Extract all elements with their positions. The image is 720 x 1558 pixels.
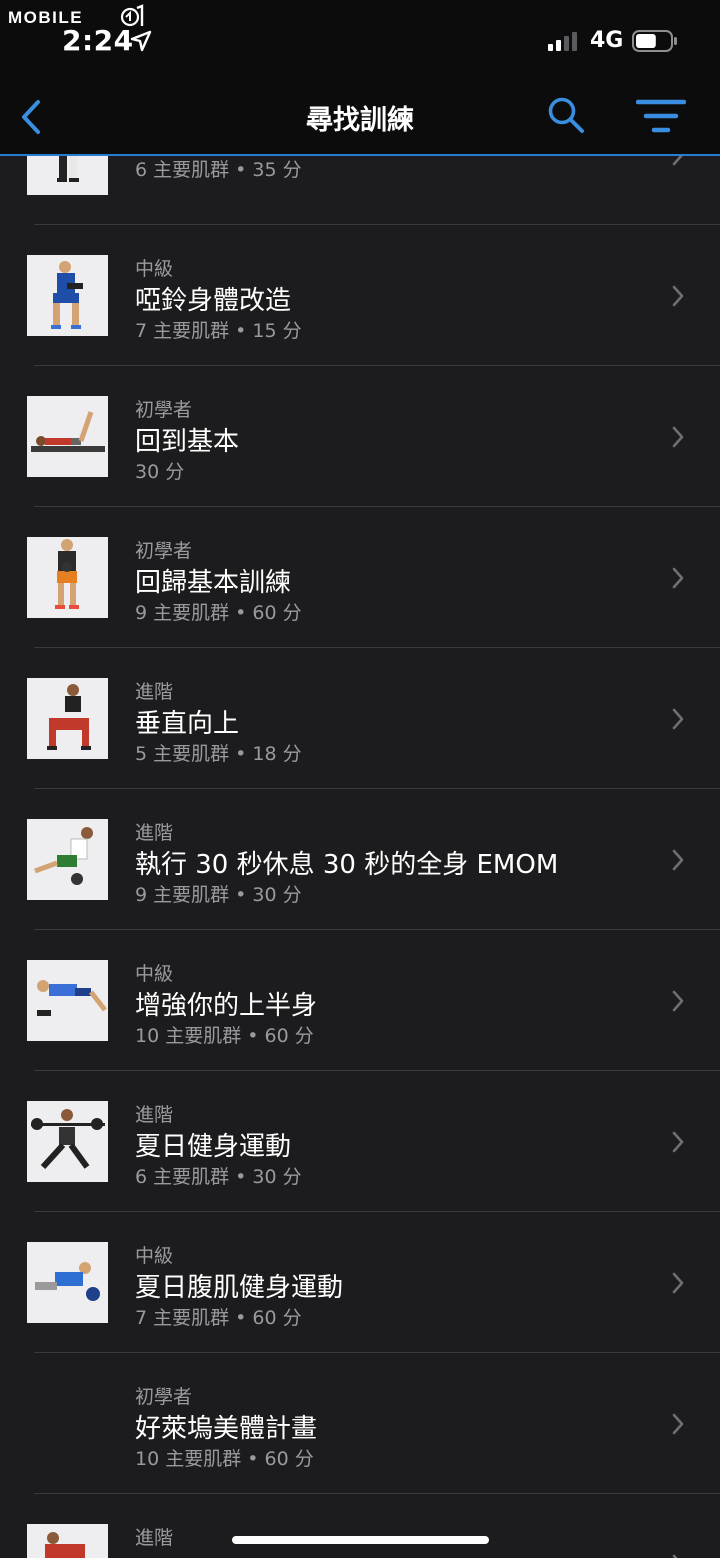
russian-twist-illustration [27,819,108,900]
network-type: 4G [590,28,624,53]
workout-meta: 10 主要肌群 • 60 分 [135,1448,314,1470]
workout-list-item[interactable]: 初學者 好萊塢美體計畫 10 主要肌群 • 60 分 [34,1353,720,1494]
workout-level: 進階 [135,681,174,703]
workout-thumbnail [27,1383,108,1464]
chevron-right-icon [672,1413,684,1435]
chevron-right-icon [672,990,684,1012]
dumbbell-squat-illustration [27,255,108,336]
workout-name: 垂直向上 [135,709,240,739]
cellular-signal-icon [548,32,577,51]
workout-thumbnail [27,960,108,1041]
navigation-bar: 尋找訓練 [0,80,720,156]
workout-meta: 7 主要肌群 • 60 分 [135,1307,302,1329]
battery-icon [632,30,677,52]
workout-level: 中級 [135,963,174,985]
chevron-right-icon [672,849,684,871]
watermark-logo: MOBILE [6,4,146,30]
workout-level: 初學者 [135,1386,193,1408]
workout-list-item[interactable]: 進階 夏日健身運動 6 主要肌群 • 30 分 [27,1071,720,1212]
workout-thumbnail [27,1524,108,1558]
deep-squat-illustration [27,678,108,759]
workout-meta: 5 主要肌群 • 18 分 [135,743,302,765]
workout-level: 進階 [135,822,174,844]
chevron-right-icon [672,156,683,166]
workout-thumbnail [27,678,108,759]
filter-icon[interactable] [636,98,686,134]
workout-meta: 9 主要肌群 • 30 分 [135,884,302,906]
workout-name: 回到基本 [135,427,240,457]
workout-list-item[interactable]: 進階 垂直向上 5 主要肌群 • 18 分 [27,648,720,789]
floor-leg-raise-illustration [27,396,108,477]
workout-name: 執行 30 秒休息 30 秒的全身 EMOM [135,850,559,880]
workout-thumbnail [27,396,108,477]
location-arrow-icon [130,30,152,52]
workout-name: 夏日腹肌健身運動 [135,1273,344,1303]
workout-list[interactable]: 史上最快的減脂計畫 6 主要肌群 • 35 分 中級 啞鈴身體改造 7 主要肌群… [0,156,720,1558]
workout-thumbnail [27,156,108,195]
workout-meta: 9 主要肌群 • 60 分 [135,602,302,624]
workout-name: 啞鈴身體改造 [135,286,292,316]
kneeling-illustration [27,1524,108,1558]
workout-thumbnail [27,1242,108,1323]
workout-thumbnail [27,819,108,900]
workout-name: 增強你的上半身 [135,991,318,1021]
workout-meta: 6 主要肌群 • 30 分 [135,1166,302,1188]
chevron-right-icon [672,1131,684,1153]
chevron-right-icon [672,285,684,307]
barbell-lunge-illustration [27,1101,108,1182]
workout-list-item[interactable]: 中級 夏日腹肌健身運動 7 主要肌群 • 60 分 [27,1212,720,1353]
workout-list-item[interactable]: 中級 增強你的上半身 10 主要肌群 • 60 分 [27,930,720,1071]
workout-name: 回歸基本訓練 [135,568,292,598]
workout-list-inner: 史上最快的減脂計畫 6 主要肌群 • 35 分 中級 啞鈴身體改造 7 主要肌群… [0,156,720,1558]
workout-meta: 6 主要肌群 • 35 分 [135,159,302,181]
workout-level: 進階 [135,1527,174,1549]
chevron-right-icon [672,1554,678,1558]
home-indicator[interactable] [232,1536,489,1544]
workout-level: 進階 [135,1104,174,1126]
workout-name: 好萊塢美體計畫 [135,1414,318,1444]
ab-roller-illustration [27,1242,108,1323]
workout-list-item[interactable]: 進階 執行 30 秒休息 30 秒的全身 EMOM 9 主要肌群 • 30 分 [27,789,720,930]
kettlebell-lunge-illustration [27,156,108,195]
workout-thumbnail [27,255,108,336]
kettlebell-swing-illustration [27,537,108,618]
plank-row-illustration [27,960,108,1041]
workout-level: 初學者 [135,399,193,421]
page-title: 尋找訓練 [306,105,414,136]
chevron-right-icon [672,567,684,589]
workout-thumbnail [27,1101,108,1182]
chevron-right-icon [672,426,684,448]
workout-level: 初學者 [135,540,193,562]
workout-meta: 7 主要肌群 • 15 分 [135,320,302,342]
workout-list-item[interactable]: 初學者 回到基本 30 分 [27,366,720,507]
chevron-right-icon [672,708,684,730]
svg-text:MOBILE: MOBILE [8,8,83,27]
chevron-right-icon [672,1272,684,1294]
workout-name: 夏日健身運動 [135,1132,292,1162]
workout-list-item[interactable]: 進階 [27,1494,720,1558]
workout-list-item[interactable]: 中級 啞鈴身體改造 7 主要肌群 • 15 分 [27,225,720,366]
workout-level: 中級 [135,1245,174,1267]
workout-list-item[interactable]: 初學者 回歸基本訓練 9 主要肌群 • 60 分 [27,507,720,648]
workout-meta: 30 分 [135,461,185,483]
workout-meta: 10 主要肌群 • 60 分 [135,1025,314,1047]
search-icon[interactable] [546,95,586,135]
workout-thumbnail [27,537,108,618]
workout-level: 中級 [135,258,174,280]
workout-list-item[interactable]: 史上最快的減脂計畫 6 主要肌群 • 35 分 [27,156,720,225]
